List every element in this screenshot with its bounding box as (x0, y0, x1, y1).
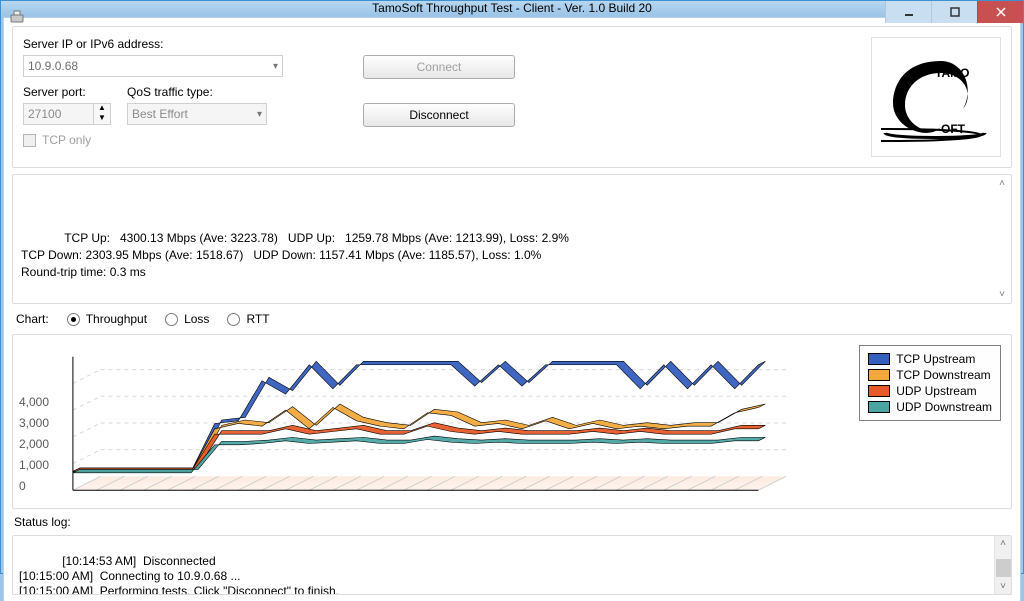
server-port-label: Server port: (23, 85, 111, 99)
radio-throughput[interactable]: Throughput (67, 312, 147, 326)
chart-area: 4,000 3,000 2,000 1,000 0 TCP Upstream T… (12, 334, 1012, 509)
server-port-spinner[interactable]: ▲▼ (23, 103, 111, 125)
scroll-down-icon[interactable]: ˅ (1000, 579, 1006, 594)
server-ip-value: 10.9.0.68 (28, 59, 78, 73)
qos-label: QoS traffic type: (127, 85, 267, 99)
checkbox-box-icon (23, 134, 36, 147)
legend-swatch (868, 385, 890, 397)
chart-selector: Chart: Throughput Loss RTT (12, 310, 1012, 328)
spin-down-icon[interactable]: ▼ (94, 114, 110, 124)
scroll-up-icon[interactable]: ˄ (995, 177, 1009, 191)
scroll-up-icon[interactable]: ˄ (1000, 536, 1006, 551)
app-icon (9, 8, 25, 24)
scrollbar[interactable]: ˄ ˅ (994, 536, 1011, 594)
chart-plot (63, 335, 796, 508)
chevron-down-icon: ▾ (273, 61, 278, 72)
status-log-text: [10:14:53 AM] Disconnected [10:15:00 AM]… (19, 554, 339, 595)
logo: TAMO OFT (871, 37, 1001, 157)
window-controls (885, 1, 1023, 23)
legend-swatch (868, 353, 890, 365)
tcp-only-label: TCP only (42, 133, 91, 147)
legend-swatch (868, 401, 890, 413)
server-ip-combo[interactable]: 10.9.0.68 ▾ (23, 55, 283, 77)
window: TamoSoft Throughput Test - Client - Ver.… (0, 0, 1024, 574)
maximize-button[interactable] (931, 1, 977, 23)
status-log-label: Status log: (12, 515, 1012, 529)
connection-panel: Server IP or IPv6 address: 10.9.0.68 ▾ S… (12, 26, 1012, 168)
radio-rtt[interactable]: RTT (227, 312, 269, 326)
titlebar[interactable]: TamoSoft Throughput Test - Client - Ver.… (1, 1, 1023, 15)
legend-swatch (868, 369, 890, 381)
connect-button[interactable]: Connect (363, 55, 515, 79)
scrollbar-thumb[interactable] (996, 559, 1011, 577)
disconnect-button[interactable]: Disconnect (363, 103, 515, 127)
y-axis-ticks: 4,000 3,000 2,000 1,000 0 (19, 335, 49, 496)
minimize-button[interactable] (885, 1, 931, 23)
server-port-input[interactable] (23, 103, 93, 125)
chevron-down-icon: ▾ (257, 109, 262, 120)
qos-value: Best Effort (132, 107, 188, 121)
stats-text: TCP Up: 4300.13 Mbps (Ave: 3223.78) UDP … (21, 231, 569, 279)
svg-text:OFT: OFT (941, 122, 966, 136)
window-title: TamoSoft Throughput Test - Client - Ver.… (372, 1, 652, 15)
chart-label: Chart: (16, 312, 49, 326)
chart-legend: TCP Upstream TCP Downstream UDP Upstream… (859, 345, 1001, 421)
scroll-down-icon[interactable]: ˅ (995, 287, 1009, 301)
client-area: Server IP or IPv6 address: 10.9.0.68 ▾ S… (3, 17, 1021, 601)
radio-loss[interactable]: Loss (165, 312, 209, 326)
qos-combo[interactable]: Best Effort ▾ (127, 103, 267, 125)
tcp-only-checkbox[interactable]: TCP only (23, 133, 347, 147)
close-button[interactable] (977, 1, 1023, 23)
server-ip-label: Server IP or IPv6 address: (23, 37, 347, 51)
stats-panel: ˄ ˅ TCP Up: 4300.13 Mbps (Ave: 3223.78) … (12, 174, 1012, 304)
status-log: [10:14:53 AM] Disconnected [10:15:00 AM]… (12, 535, 1012, 595)
